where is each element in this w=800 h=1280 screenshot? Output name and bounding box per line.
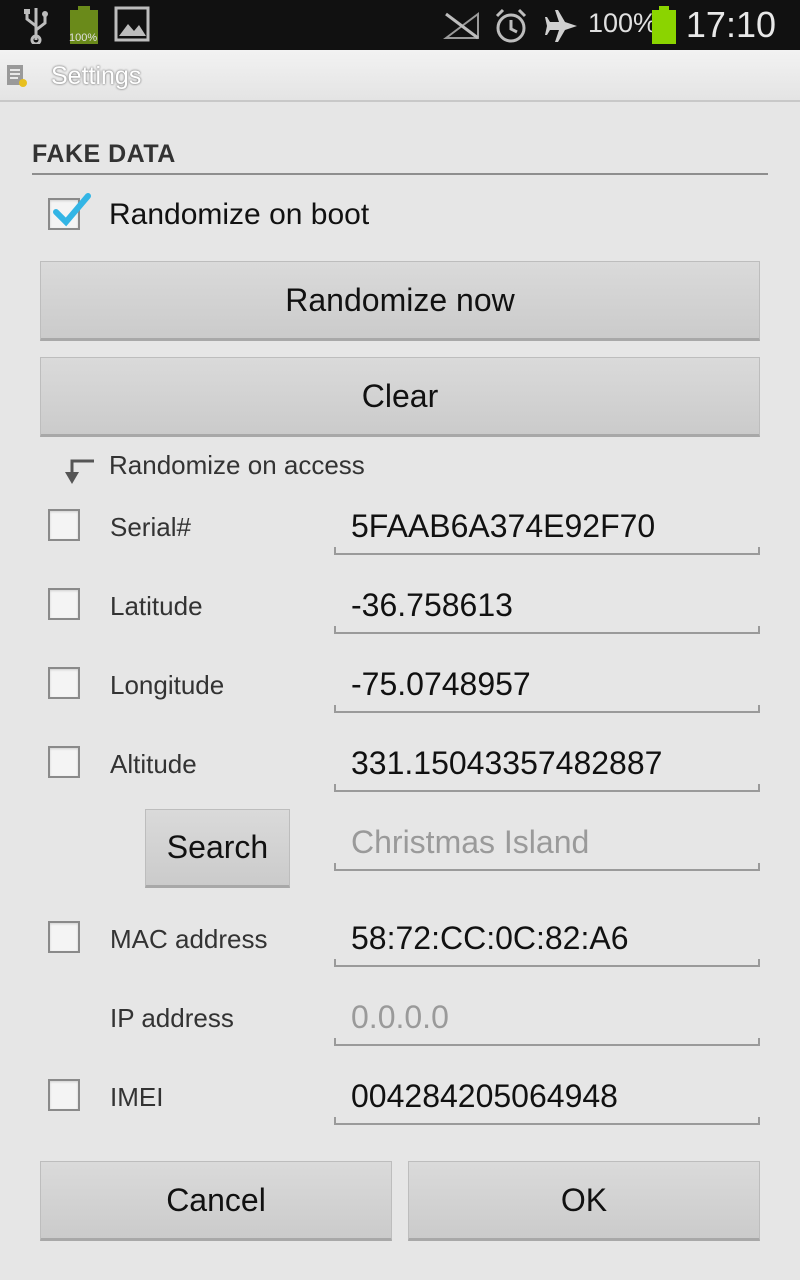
altitude-checkbox[interactable] — [48, 746, 80, 778]
randomize-on-boot-label: Randomize on boot — [109, 198, 370, 231]
location-search-field[interactable]: Christmas Island — [334, 824, 760, 871]
ok-button[interactable]: OK — [408, 1161, 760, 1241]
serial-label: Serial# — [110, 512, 191, 542]
latitude-value: -36.758613 — [351, 587, 513, 623]
battery-icon: 100% — [69, 6, 98, 44]
longitude-checkbox[interactable] — [48, 667, 80, 699]
mac-address-field[interactable]: 58:72:CC:0C:82:A6 — [334, 920, 760, 967]
latitude-field[interactable]: -36.758613 — [334, 587, 760, 634]
randomize-on-boot-checkbox[interactable] — [48, 193, 91, 230]
serial-checkbox[interactable] — [48, 509, 80, 541]
mac-address-value: 58:72:CC:0C:82:A6 — [351, 920, 629, 956]
latitude-checkbox[interactable] — [48, 588, 80, 620]
battery-percent: 100% — [588, 8, 658, 38]
longitude-field[interactable]: -75.0748957 — [334, 666, 760, 713]
image-icon — [114, 6, 150, 42]
serial-field[interactable]: 5FAAB6A374E92F70 — [334, 508, 760, 555]
imei-checkbox[interactable] — [48, 1079, 80, 1111]
no-signal-icon — [443, 12, 479, 40]
clear-button[interactable]: Clear — [40, 357, 760, 437]
mac-address-checkbox[interactable] — [48, 921, 80, 953]
battery-charging-icon — [652, 6, 676, 44]
usb-icon — [24, 8, 48, 44]
location-search-placeholder: Christmas Island — [351, 824, 590, 860]
imei-value: 004284205064948 — [351, 1078, 618, 1114]
battery-small-label: 100% — [69, 32, 98, 44]
title-bar: Settings — [0, 50, 800, 102]
ip-address-field[interactable]: 0.0.0.0 — [334, 999, 760, 1046]
altitude-field[interactable]: 331.15043357482887 — [334, 745, 760, 792]
longitude-value: -75.0748957 — [351, 666, 531, 702]
ip-address-placeholder: 0.0.0.0 — [351, 999, 449, 1035]
randomize-on-access-label: Randomize on access — [109, 450, 365, 480]
search-button[interactable]: Search — [145, 809, 290, 888]
status-bar: 100% 100% 17:10 — [0, 0, 800, 50]
imei-field[interactable]: 004284205064948 — [334, 1078, 760, 1125]
serial-value: 5FAAB6A374E92F70 — [351, 508, 656, 544]
arrow-down-icon — [65, 459, 94, 484]
section-header: FAKE DATA — [32, 140, 176, 168]
airplane-icon — [545, 10, 577, 42]
latitude-label: Latitude — [110, 591, 203, 621]
imei-label: IMEI — [110, 1082, 164, 1112]
alarm-icon — [495, 8, 527, 43]
longitude-label: Longitude — [110, 670, 225, 700]
settings-app-icon — [7, 65, 27, 87]
clock: 17:10 — [685, 4, 776, 45]
altitude-value: 331.15043357482887 — [351, 745, 663, 781]
ip-address-label: IP address — [110, 1003, 234, 1033]
randomize-now-button[interactable]: Randomize now — [40, 261, 760, 341]
section-divider — [32, 173, 768, 175]
cancel-button[interactable]: Cancel — [40, 1161, 392, 1241]
mac-address-label: MAC address — [110, 924, 268, 954]
checkmark-icon — [53, 193, 91, 227]
altitude-label: Altitude — [110, 749, 197, 779]
page-title: Settings — [51, 62, 142, 90]
